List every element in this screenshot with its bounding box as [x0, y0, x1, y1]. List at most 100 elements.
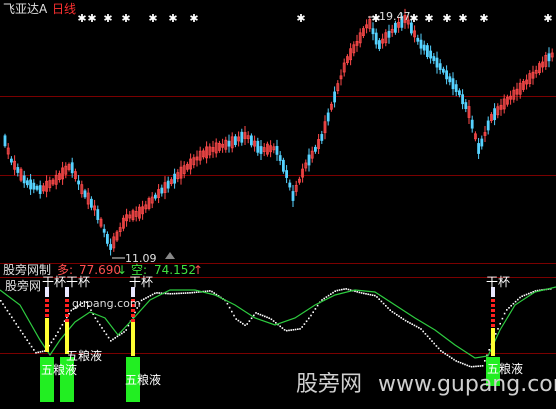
fast-line-dot — [385, 305, 387, 307]
fast-line-dot — [39, 351, 42, 353]
fast-line-dot — [233, 314, 235, 317]
signal-dash — [65, 299, 69, 302]
fast-line-dot — [195, 291, 198, 294]
fast-line-dot — [94, 317, 97, 319]
period-label[interactable]: 日线 — [52, 2, 76, 16]
signal-dash — [491, 314, 495, 317]
fast-line-dot — [105, 333, 108, 336]
fast-line-dot — [143, 298, 145, 300]
fast-line-dot — [517, 298, 519, 301]
fast-line-dot — [237, 319, 240, 322]
fast-line-dot — [266, 316, 268, 319]
candle — [278, 155, 282, 161]
candle — [38, 185, 42, 194]
fast-line-dot — [121, 332, 123, 335]
candle — [3, 135, 7, 147]
candle — [32, 182, 36, 190]
fast-line-dot — [242, 322, 244, 325]
fast-line-dot — [110, 340, 112, 342]
fast-line-dot — [393, 312, 396, 315]
fast-line-dot — [213, 292, 215, 294]
fast-line-dot — [528, 292, 530, 295]
candle — [83, 190, 87, 198]
signal-dash — [45, 299, 49, 302]
fast-line-dot — [316, 304, 319, 307]
candle — [441, 68, 445, 73]
fast-line-dot — [400, 316, 402, 319]
fast-line-dot — [510, 304, 512, 307]
fast-line-dot — [451, 357, 453, 359]
fast-line-dot — [206, 290, 209, 292]
fast-line-dot — [2, 303, 4, 305]
fast-line-dot — [151, 293, 154, 296]
fast-line-dot — [211, 290, 213, 293]
fast-line-dot — [8, 313, 11, 315]
fast-line-dot — [305, 320, 308, 323]
signal-dash — [45, 304, 49, 307]
indicator-watermark: 股旁网 — [5, 279, 42, 293]
fast-line-dot — [426, 335, 429, 338]
fast-line-dot — [30, 345, 33, 348]
fast-line-dot — [378, 298, 380, 300]
star-marker: ✱ — [87, 12, 96, 25]
fast-line-dot — [176, 292, 178, 295]
fast-line-dot — [415, 325, 418, 328]
signal-dash — [491, 299, 495, 302]
fast-line-dot — [402, 318, 405, 320]
fast-line-dot — [28, 342, 31, 345]
fast-line-dot — [501, 317, 504, 320]
fast-line-dot — [435, 345, 438, 347]
fast-line-dot — [369, 293, 372, 296]
signal-cup-3: 干杯 — [486, 275, 511, 289]
fast-line-dot — [336, 289, 339, 292]
fast-line-dot — [184, 292, 187, 294]
signal-cup-pair: 干杯干杯 — [42, 275, 91, 289]
fast-line-dot — [228, 306, 231, 309]
fast-line-dot — [140, 299, 143, 302]
candle — [307, 154, 311, 166]
candle — [470, 119, 474, 129]
fast-line-dot — [99, 323, 101, 326]
fast-line-dot — [398, 315, 400, 318]
fast-line-dot — [411, 323, 413, 326]
stock-chart[interactable]: ✱ ✱ ✱ ✱ ✱ ✱ ✱ ✱ ✱ ✱ ✱ ✱ ✱ ✱ ✱ — [0, 0, 556, 409]
candle — [547, 53, 551, 62]
fast-line-dot — [191, 291, 193, 294]
fast-line-dot — [33, 349, 35, 351]
fast-line-dot — [189, 292, 191, 294]
fast-line-dot — [358, 291, 361, 294]
fast-line-dot — [281, 327, 284, 329]
fast-line-dot — [521, 295, 523, 298]
fast-line-dot — [431, 340, 433, 342]
candle — [416, 37, 420, 42]
fast-line-dot — [24, 336, 26, 338]
fast-line-dot — [365, 293, 367, 295]
candle — [256, 140, 260, 153]
short-arrow-icon: ↑ — [193, 263, 204, 277]
fast-line-dot — [171, 292, 174, 295]
fast-line-dot — [479, 365, 482, 367]
fast-line-dot — [178, 292, 180, 295]
fast-line-dot — [477, 365, 479, 367]
star-marker: ✱ — [168, 12, 177, 25]
star-marker: ✱ — [424, 12, 433, 25]
fast-line-dot — [371, 294, 374, 296]
fast-line-dot — [22, 332, 24, 335]
fast-line-dot — [37, 351, 39, 354]
fast-line-dot — [308, 317, 310, 320]
fast-line-dot — [96, 320, 99, 323]
candle — [419, 39, 423, 49]
fast-line-dot — [391, 311, 394, 313]
fast-line-dot — [389, 309, 391, 311]
signal-bar — [45, 318, 49, 352]
fast-line-dot — [244, 324, 246, 327]
fast-line-dot — [475, 365, 477, 368]
candle — [160, 187, 164, 194]
candle — [249, 135, 253, 146]
candle — [102, 228, 106, 233]
fast-line-dot — [466, 364, 468, 367]
fast-line-dot — [525, 293, 528, 296]
candle — [313, 146, 317, 152]
candle — [377, 40, 381, 49]
signal-bar — [491, 328, 495, 356]
